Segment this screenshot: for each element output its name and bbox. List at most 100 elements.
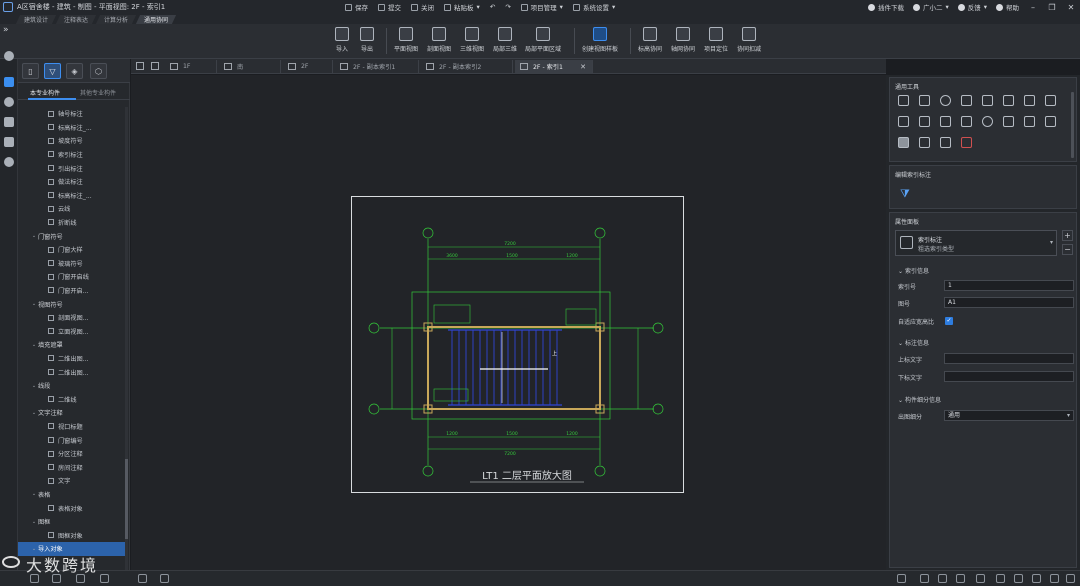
tree-item[interactable]: 标高标注_... [18,121,126,134]
status-icon[interactable] [996,574,1005,583]
trim-icon[interactable] [982,95,993,106]
tree-category[interactable]: ⌄ 填充遮罩 [18,338,126,351]
status-icon[interactable] [920,574,929,583]
tree-item[interactable]: 房间注释 [18,461,126,474]
tab-collaboration[interactable]: 通用协同 [135,15,177,24]
tree-category[interactable]: ⌄ 视图符号 [18,297,126,310]
local-3d-button[interactable]: 局部三维 [493,27,517,57]
gear-icon[interactable] [982,116,993,127]
join-icon[interactable] [961,116,972,127]
tab-other-components[interactable]: 其他专业构件 [80,88,116,97]
project-location-button[interactable]: 项目定位 [704,27,728,57]
create-view-template-button[interactable]: 创建视图样板 [582,27,618,57]
section-index-info[interactable]: ⌄ 索引信息 [898,266,929,275]
tree-scrollbar-thumb[interactable] [125,459,128,539]
remove-type-button[interactable]: − [1062,244,1073,255]
tree-item[interactable]: 做法标注 [18,175,126,188]
stretch-icon[interactable] [940,116,951,127]
tree-item[interactable]: 分区注释 [18,447,126,460]
adaptive-ratio-checkbox[interactable]: ✓ [945,317,953,325]
status-icon[interactable] [1032,574,1041,583]
maximize-button[interactable]: ❐ [1047,3,1057,12]
close-window-button[interactable]: ✕ [1066,3,1076,12]
components-icon[interactable] [4,77,14,87]
tree-item[interactable]: 云线 [18,202,126,215]
import-button[interactable]: 导入 [335,27,349,57]
tree-category[interactable]: ⌄ 门窗符号 [18,229,126,242]
extend-icon[interactable] [919,116,930,127]
submit-button[interactable]: 提交 [378,2,401,12]
status-icon[interactable] [1066,574,1075,583]
align-icon[interactable] [961,95,972,106]
tree-item[interactable]: 门窗开启线 [18,270,126,283]
tree-category[interactable]: ⌄ 图框 [18,515,126,528]
status-icon[interactable] [897,574,906,583]
doc-tab[interactable]: 2F [283,60,333,73]
image-icon[interactable] [940,137,951,148]
status-icon[interactable] [1050,574,1059,583]
chevron-down-icon[interactable]: ⌄ [30,301,38,307]
level-icon[interactable] [898,116,909,127]
tree-category[interactable]: ⌄ 线段 [18,379,126,392]
offset-icon[interactable] [1045,95,1056,106]
export-button[interactable]: 导出 [360,27,374,57]
close-tab-icon[interactable]: ✕ [580,63,586,71]
save-button[interactable]: 保存 [345,2,368,12]
section-detail-info[interactable]: ⌄ 构件细分信息 [898,395,941,404]
tree-item[interactable]: 二维线 [18,393,126,406]
tree-item[interactable]: 轴号标注 [18,107,126,120]
section-note-info[interactable]: ⌄ 标注信息 [898,338,929,347]
eyedropper-icon[interactable] [1045,116,1056,127]
plugin-download-button[interactable]: 插件下载 [867,2,904,12]
error-icon[interactable] [961,137,972,148]
chevron-down-icon[interactable]: ⌄ [30,383,38,389]
tools-scrollbar[interactable] [1071,92,1074,158]
tree-item[interactable]: 引出标注 [18,161,126,174]
filter-select-icon[interactable]: ⧩ [900,188,911,199]
mirror-icon[interactable] [1003,116,1014,127]
plan-view-button[interactable]: 平面视图 [394,27,418,57]
tab-analysis[interactable]: 计算分析 [95,15,137,24]
window-icon[interactable] [151,62,159,70]
compass-icon[interactable] [4,97,14,107]
chevron-down-icon[interactable]: ⌄ [30,233,38,239]
minimize-button[interactable]: – [1028,3,1038,12]
tree-item[interactable]: 文字 [18,474,126,487]
grid-sync-button[interactable]: 轴网协同 [671,27,695,57]
tree-item[interactable]: 立面视图... [18,325,126,338]
tree-item[interactable]: 索引标注 [18,148,126,161]
panel-layout-icon[interactable]: ▯ [22,63,39,79]
tree-item[interactable]: 标高标注_... [18,189,126,202]
clipboard-button[interactable]: 粘贴板 ▾ [444,2,480,12]
index-no-field[interactable]: 1 [944,280,1074,291]
tab-annotation[interactable]: 注释表达 [55,15,97,24]
chevron-down-icon[interactable]: ⌄ [30,491,38,497]
tree-item[interactable]: 表格对象 [18,501,126,514]
tree-item[interactable]: 视口标题 [18,420,126,433]
chevron-down-icon[interactable]: ⌄ [30,342,38,348]
status-icon[interactable] [100,574,109,583]
close-doc-button[interactable]: 关闭 [411,2,434,12]
copy-icon[interactable] [919,95,930,106]
doc-tab[interactable]: 2F - 副本索引2 [421,60,513,73]
undo-button[interactable]: ↶ [490,3,495,11]
tree-item[interactable]: 玻璃符号 [18,257,126,270]
lower-text-field[interactable] [944,371,1074,382]
tree-item[interactable]: 剖面视图... [18,311,126,324]
rotate-icon[interactable] [940,95,951,106]
target-icon[interactable]: ◈ [66,63,83,79]
tree-item[interactable]: 门窗大样 [18,243,126,256]
system-settings-button[interactable]: 系统设置 ▾ [572,2,615,12]
cube-icon[interactable]: ⬡ [90,63,107,79]
chevron-down-icon[interactable]: ⌄ [30,519,38,525]
help-button[interactable]: 帮助 [996,2,1019,12]
doc-tab[interactable]: 2F - 索引1 ✕ [515,60,593,73]
doc-tab[interactable]: 2F - 副本索引1 [335,60,419,73]
section-view-button[interactable]: 剖面视图 [427,27,451,57]
redo-button[interactable]: ↷ [505,3,510,11]
tab-own-components[interactable]: 本专业构件 [30,88,60,97]
tree-category[interactable]: ⌄ 文字注释 [18,406,126,419]
detail-select[interactable]: 通用 ▾ [944,410,1074,421]
local-plan-area-button[interactable]: 局部平面区域 [525,27,561,57]
add-type-button[interactable]: + [1062,230,1073,241]
